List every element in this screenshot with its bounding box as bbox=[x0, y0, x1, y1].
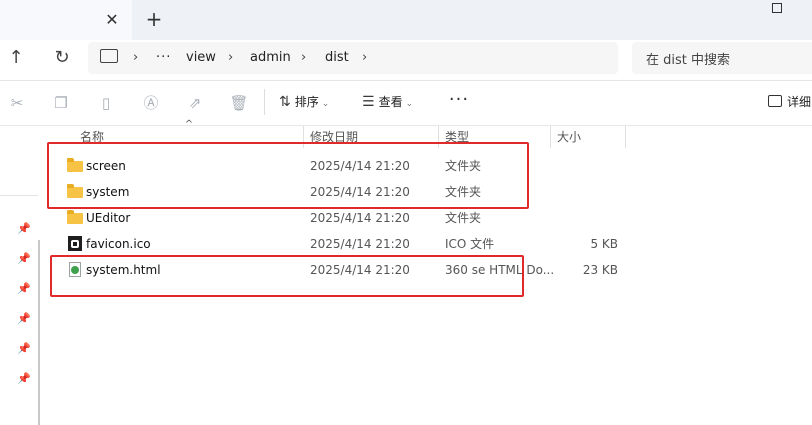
trash-icon[interactable]: 🗑 bbox=[228, 92, 250, 114]
sort-label: 排序 bbox=[294, 95, 319, 109]
pin-icon[interactable]: 📌 bbox=[17, 342, 31, 356]
file-date: 2025/4/14 21:20 bbox=[310, 211, 410, 225]
column-header-size[interactable]: 大小 bbox=[557, 127, 581, 147]
file-date: 2025/4/14 21:20 bbox=[310, 237, 410, 251]
share-icon[interactable]: ⇗ bbox=[184, 92, 206, 114]
file-name: favicon.ico bbox=[86, 237, 151, 251]
pin-icon[interactable]: 📌 bbox=[17, 372, 31, 386]
copy-icon[interactable]: ❐ bbox=[50, 92, 72, 114]
view-label: 查看 bbox=[378, 95, 403, 109]
folder-icon bbox=[67, 210, 83, 226]
file-name: UEditor bbox=[86, 211, 131, 225]
nav-divider bbox=[0, 195, 38, 196]
column-divider[interactable] bbox=[625, 126, 626, 148]
annotation-box bbox=[47, 142, 529, 209]
details-label: 详细 bbox=[787, 95, 812, 109]
view-icon: ☰ bbox=[362, 94, 375, 110]
file-size: 5 KB bbox=[590, 237, 618, 251]
view-button[interactable]: ☰ 查看 ⌄ bbox=[362, 90, 413, 114]
file-type: ICO 文件 bbox=[445, 237, 495, 251]
file-row[interactable]: favicon.ico 2025/4/14 21:20 ICO 文件 5 KB bbox=[48, 231, 628, 257]
chevron-down-icon: ⌄ bbox=[321, 99, 330, 109]
breadcrumb-view[interactable]: view bbox=[186, 48, 216, 68]
details-pane-button[interactable]: 详细 bbox=[768, 90, 811, 114]
file-type: 文件夹 bbox=[445, 211, 482, 225]
scissors-icon[interactable]: ✂ bbox=[6, 92, 28, 114]
search-input[interactable]: 在 dist 中搜索 bbox=[632, 42, 812, 74]
plus-icon[interactable]: + bbox=[144, 8, 164, 30]
refresh-icon[interactable]: ↻ bbox=[48, 44, 76, 72]
close-icon[interactable]: ✕ bbox=[102, 10, 122, 30]
chevron-right-icon: › bbox=[133, 50, 139, 65]
details-pane-icon bbox=[768, 95, 782, 107]
chevron-down-icon: ⌄ bbox=[405, 99, 414, 109]
paste-icon[interactable]: ▯ bbox=[95, 92, 117, 114]
more-options-button[interactable]: ··· bbox=[447, 90, 471, 114]
chevron-right-icon[interactable]: › bbox=[362, 48, 367, 68]
breadcrumb-admin[interactable]: admin bbox=[250, 48, 291, 68]
search-placeholder: 在 dist 中搜索 bbox=[646, 53, 730, 68]
nav-scrollbar[interactable] bbox=[38, 240, 40, 425]
monitor-icon bbox=[100, 49, 118, 63]
column-divider[interactable] bbox=[550, 126, 551, 148]
sort-ascending-icon: ^ bbox=[184, 119, 194, 130]
sort-button[interactable]: ⇅ 排序 ⌄ bbox=[279, 90, 329, 114]
chevron-right-icon: › bbox=[301, 50, 307, 65]
pin-icon[interactable]: 📌 bbox=[17, 222, 31, 236]
chevron-right-icon: › bbox=[228, 50, 234, 65]
ico-file-icon bbox=[67, 236, 83, 252]
toolbar-divider bbox=[264, 89, 265, 115]
pin-icon[interactable]: 📌 bbox=[17, 312, 31, 326]
sort-icon: ⇅ bbox=[279, 94, 291, 110]
pin-icon[interactable]: 📌 bbox=[17, 282, 31, 296]
annotation-box bbox=[50, 255, 524, 297]
pin-icon[interactable]: 📌 bbox=[17, 252, 31, 266]
arrow-up-icon[interactable]: ↑ bbox=[2, 44, 30, 72]
restore-window-icon[interactable] bbox=[770, 3, 782, 15]
rename-icon[interactable]: Ⓐ bbox=[140, 92, 162, 114]
breadcrumb-dist[interactable]: dist bbox=[325, 48, 349, 68]
more-crumbs[interactable]: ··· bbox=[156, 48, 171, 68]
file-size: 23 KB bbox=[582, 263, 618, 277]
